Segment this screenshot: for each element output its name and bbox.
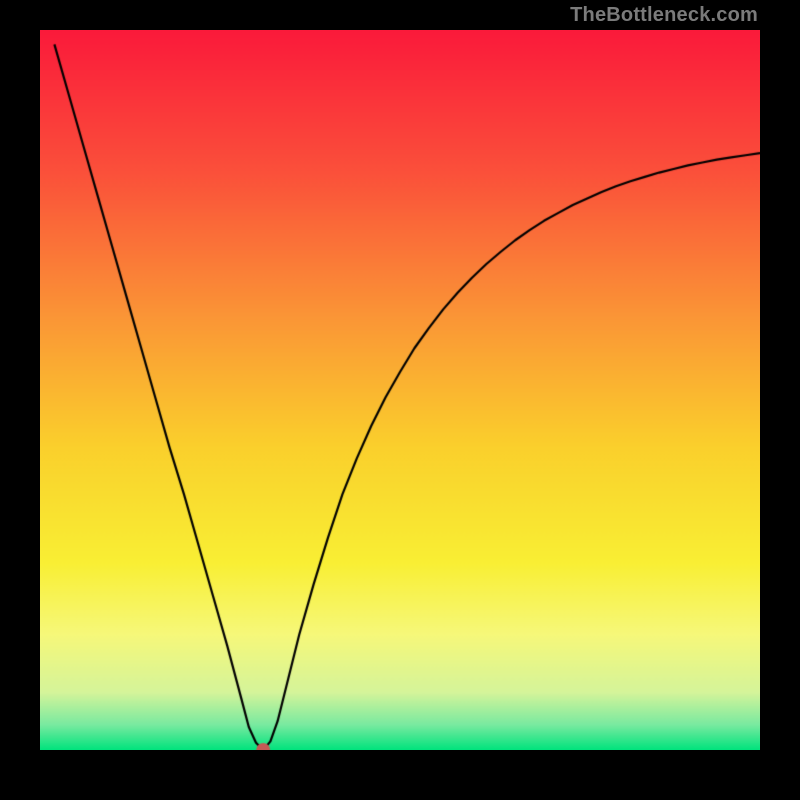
watermark-text: TheBottleneck.com	[570, 4, 758, 27]
bottleneck-chart	[40, 30, 760, 750]
chart-frame: TheBottleneck.com	[0, 0, 800, 800]
